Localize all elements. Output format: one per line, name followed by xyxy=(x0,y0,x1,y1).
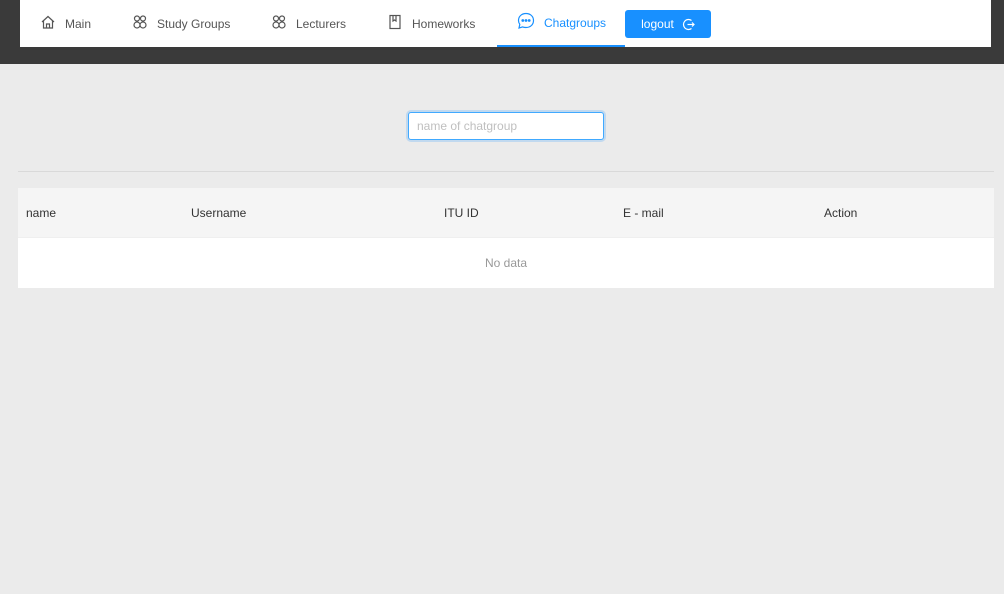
column-header-action[interactable]: Action xyxy=(824,188,857,238)
column-header-username[interactable]: Username xyxy=(191,188,246,238)
top-bar: Main Study Groups Lecturers Homeworks Ch… xyxy=(0,0,1004,64)
nav-item-label: Lecturers xyxy=(296,16,347,31)
nav-item-chatgroups[interactable]: Chatgroups xyxy=(497,0,625,47)
nav-item-label: Homeworks xyxy=(412,16,476,31)
nav-menu: Main Study Groups Lecturers Homeworks Ch… xyxy=(20,0,991,47)
team-icon xyxy=(271,14,287,30)
logout-icon xyxy=(682,18,695,31)
logout-button[interactable]: logout xyxy=(625,10,711,38)
divider xyxy=(18,171,994,172)
message-icon xyxy=(517,12,535,30)
team-icon xyxy=(132,14,148,30)
book-icon xyxy=(387,14,403,30)
empty-state-text: No data xyxy=(484,256,528,270)
chatgroup-table: name Username ITU ID E - mail Action No … xyxy=(18,188,994,288)
nav-item-homeworks[interactable]: Homeworks xyxy=(387,0,475,47)
nav-item-label: Main xyxy=(65,16,92,31)
home-icon xyxy=(40,14,56,30)
table-body: No data xyxy=(18,238,994,288)
nav-item-study-groups[interactable]: Study Groups xyxy=(132,0,230,47)
nav-item-label: Chatgroups xyxy=(544,15,607,30)
column-header-name[interactable]: name xyxy=(26,188,56,238)
nav-item-main[interactable]: Main xyxy=(40,0,91,47)
nav-item-lecturers[interactable]: Lecturers xyxy=(271,0,346,47)
column-header-email[interactable]: E - mail xyxy=(623,188,664,238)
column-header-itu-id[interactable]: ITU ID xyxy=(444,188,479,238)
table-header: name Username ITU ID E - mail Action xyxy=(18,188,994,238)
chatgroup-search-input[interactable] xyxy=(408,112,604,140)
nav-item-label: Study Groups xyxy=(157,16,231,31)
logout-label: logout xyxy=(641,17,674,31)
